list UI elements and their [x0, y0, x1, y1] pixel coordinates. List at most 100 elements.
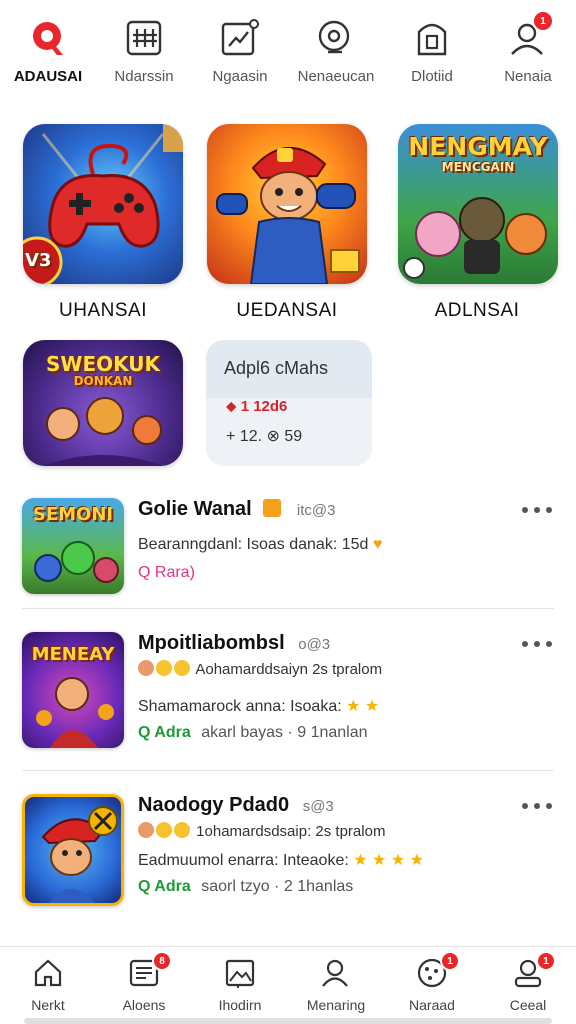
thumb-title-text: SEMONI [32, 504, 114, 525]
tab-label: Nenaeucan [297, 68, 375, 85]
tab-label: Ngaasin [212, 68, 268, 85]
more-options-button[interactable] [522, 636, 552, 652]
heart-icon: ♥ [372, 536, 383, 553]
nav-label: Nerkt [31, 997, 65, 1013]
account-icon: 1 [510, 951, 556, 991]
desc-text: Shamamarock anna: Isoaka: [138, 698, 342, 715]
news-icon: 8 [126, 951, 172, 991]
list-item-tag: Q Rara) [138, 564, 195, 581]
desc-text: Eadmuumol enarra: Inteaoke: [138, 852, 349, 869]
game-tile-adlnsai[interactable]: NENGMAY MENCGAIN [398, 124, 558, 284]
title-meta: s@3 [302, 798, 334, 815]
notification-badge: 1 [440, 951, 460, 971]
list-item-tag: Q Adra [138, 878, 191, 895]
tile-title-text: NENGMAY [408, 132, 548, 161]
list-item[interactable]: MENEAY Mpoitliabombsl o@3 Aohamarddsaiyn… [0, 628, 576, 768]
nav-item-image[interactable]: Ihodirn [192, 947, 288, 1024]
smile-icon [174, 660, 190, 676]
title-text: Naodogy Pdad0 [138, 794, 290, 816]
list-item-title: Golie Wanal itc@3 [138, 498, 335, 521]
tab-label: Dlotiid [411, 68, 453, 85]
star-face-icon [156, 822, 172, 838]
tab-ndarssin[interactable]: Ndarssin [96, 0, 192, 100]
image-icon [222, 955, 258, 991]
list-item[interactable]: SEMONI Golie Wanal itc@3 Bearanngdanl: I… [0, 494, 576, 610]
divider [22, 770, 554, 771]
list-item-meta: 1ohamardsdsaip: 2s tpralom [138, 822, 385, 840]
notification-badge: 8 [152, 951, 172, 971]
tab-label: Nenaia [504, 68, 552, 85]
game-thumbnail [22, 794, 124, 906]
bottom-nav-bar: Nerkt 8 Aloens Ihodirn Menaring 1 Naraad… [0, 946, 576, 1024]
tab-nenaeucan[interactable]: Nenaeucan [288, 0, 384, 100]
verified-icon [263, 499, 282, 517]
cookie-icon: 1 [414, 951, 460, 991]
nav-item-account[interactable]: 1 Ceeal [480, 947, 576, 1024]
profile-icon: 1 [506, 10, 554, 60]
nav-label: Ceeal [509, 997, 547, 1013]
list-item-title: Naodogy Pdad0 s@3 [138, 794, 334, 817]
game-thumbnail: MENEAY [22, 632, 124, 748]
chart-icon [218, 16, 262, 60]
info-card-row1: ⬥ 1 12d6 [226, 398, 287, 415]
user-icon [318, 955, 354, 991]
nav-label: Menaring [306, 997, 366, 1013]
nav-item-cookie[interactable]: 1 Naraad [384, 947, 480, 1024]
nav-item-news[interactable]: 8 Aloens [96, 947, 192, 1024]
search-icon [314, 16, 358, 60]
notification-badge: 1 [536, 951, 556, 971]
top-tab-bar: ADAUSAI Ndarssin Ngaasin Nenaeucan Dloti… [0, 0, 576, 100]
tile-title-text: SWEOKUK [45, 352, 160, 376]
divider [22, 608, 554, 609]
nav-label: Ihodirn [218, 997, 262, 1013]
tab-ngaasin[interactable]: Ngaasin [192, 0, 288, 100]
rating-stars: ★ ★ [346, 698, 380, 715]
notification-badge: 1 [532, 10, 554, 32]
nav-label: Aloens [122, 997, 166, 1013]
footer-text: akarl bayas · 9 1nanlan [201, 724, 368, 741]
tab-label: ADAUSAI [13, 68, 83, 85]
meta-text: 1ohamardsdsaip: 2s tpralom [196, 823, 386, 840]
tab-dlotiid[interactable]: Dlotiid [384, 0, 480, 100]
tile-label: ADLNSAI [434, 300, 520, 321]
tab-nenaia[interactable]: 1 Nenaia [480, 0, 576, 100]
footer-text: saorl tzyo · 2 1hanlas [201, 878, 354, 895]
title-text: Mpoitliabombsl [138, 632, 285, 654]
bag-icon [410, 16, 454, 60]
list-item-title: Mpoitliabombsl o@3 [138, 632, 330, 655]
info-card[interactable]: Adpl6 cMahs ⬥ 1 12d6 + 12. ⊗ 59 [206, 340, 372, 466]
game-thumbnail: SEMONI [22, 498, 124, 594]
thumbs-up-icon [138, 822, 154, 838]
info-card-title: Adpl6 cMahs [206, 340, 372, 398]
more-options-button[interactable] [522, 502, 552, 518]
app-screen: ADAUSAI Ndarssin Ngaasin Nenaeucan Dloti… [0, 0, 576, 1024]
nav-label: Naraad [409, 997, 455, 1013]
star-face-icon [156, 660, 172, 676]
thumb-title-text: MENEAY [31, 644, 115, 665]
list-item-footer: Q Adra akarl bayas · 9 1nanlan [138, 724, 368, 742]
title-meta: o@3 [298, 636, 331, 653]
nav-item-user[interactable]: Menaring [288, 947, 384, 1024]
tile-subtitle-text: MENCGAIN [441, 160, 515, 174]
game-tile-uhansai[interactable]: V3 [23, 124, 183, 284]
list-item-desc: Eadmuumol enarra: Inteaoke: ★ ★ ★ ★ [138, 850, 424, 870]
tile-label: UEDANSAI [236, 300, 338, 321]
tile-label: UHANSAI [59, 300, 147, 321]
app-logo-icon [26, 16, 70, 60]
game-tile-sweokuk[interactable]: SWEOKUK DONKAN [23, 340, 183, 466]
hero-kid-art [41, 806, 118, 903]
list-item[interactable]: Naodogy Pdad0 s@3 1ohamardsdsaip: 2s tpr… [0, 790, 576, 930]
hero-character-art [216, 147, 360, 284]
tile-subtitle-text: DONKAN [73, 374, 133, 388]
thumbs-up-icon [138, 660, 154, 676]
meta-text: Aohamarddsaiyn 2s tpralom [195, 661, 383, 678]
game-tile-uedansai[interactable] [207, 124, 367, 284]
nav-item-home[interactable]: Nerkt [0, 947, 96, 1024]
smile-icon [174, 822, 190, 838]
home-indicator[interactable] [24, 1018, 552, 1024]
more-options-button[interactable] [522, 798, 552, 814]
rating-stars: ★ ★ ★ ★ [353, 852, 424, 869]
tab-label: Ndarssin [114, 68, 174, 85]
tab-home[interactable]: ADAUSAI [0, 0, 96, 100]
info-card-row2: + 12. ⊗ 59 [226, 428, 303, 445]
